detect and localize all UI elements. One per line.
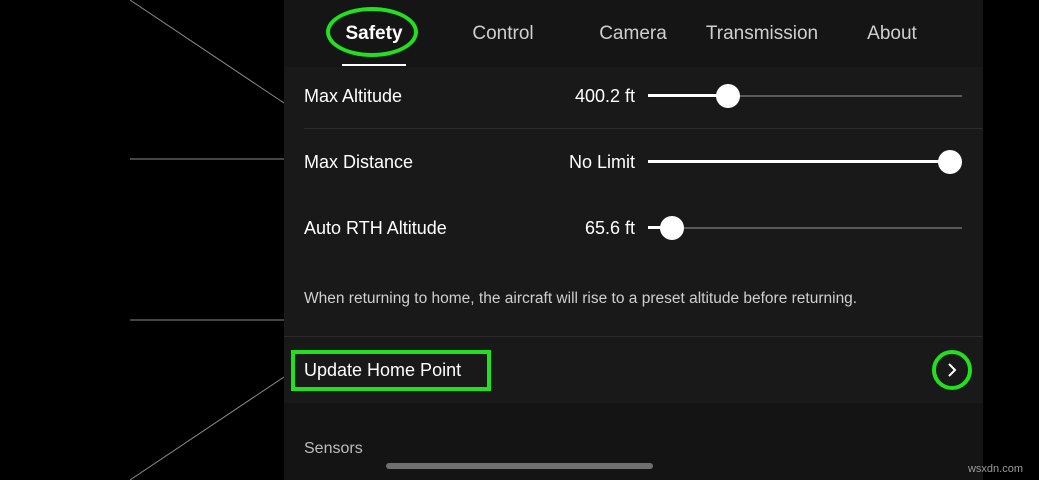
watermark: wsxdn.com [967, 463, 1023, 475]
sensors-section-header: Sensors [304, 440, 363, 457]
update-home-point-label: Update Home Point [304, 360, 462, 380]
setting-value: 65.6 ft [584, 218, 635, 238]
setting-label: Auto RTH Altitude [304, 218, 447, 238]
setting-value: No Limit [568, 152, 635, 172]
max-altitude-row: Max Altitude 400.2 ft [284, 63, 983, 129]
slider-thumb[interactable] [659, 216, 684, 240]
max-distance-slider[interactable] [648, 150, 962, 174]
update-home-point-row[interactable]: Update Home Point [284, 337, 983, 403]
auto-rth-altitude-row: Auto RTH Altitude 65.6 ft [284, 195, 983, 261]
slider-fill [648, 160, 950, 163]
settings-panel: Safety Control Camera Transmission About… [284, 0, 983, 480]
tab-transmission[interactable]: Transmission [697, 20, 827, 48]
auto-rth-altitude-slider[interactable] [648, 216, 962, 240]
slider-thumb[interactable] [716, 84, 741, 108]
tab-camera[interactable]: Camera [589, 20, 677, 48]
slider-track [648, 227, 962, 229]
home-indicator-bar[interactable] [386, 463, 653, 469]
setting-value: 400.2 ft [574, 86, 635, 106]
max-altitude-slider[interactable] [648, 84, 962, 108]
slider-thumb[interactable] [938, 150, 962, 174]
setting-label: Max Distance [304, 152, 414, 172]
max-distance-row: Max Distance No Limit [284, 129, 983, 195]
chevron-right-button[interactable] [932, 350, 972, 390]
chevron-right-icon [948, 363, 957, 377]
setting-label: Max Altitude [304, 86, 403, 106]
rth-description: When returning to home, the aircraft wil… [304, 290, 858, 307]
tab-control[interactable]: Control [459, 20, 547, 48]
tab-about[interactable]: About [852, 20, 932, 48]
tab-safety[interactable]: Safety [334, 20, 414, 48]
tab-bar: Safety Control Camera Transmission About [284, 0, 983, 67]
